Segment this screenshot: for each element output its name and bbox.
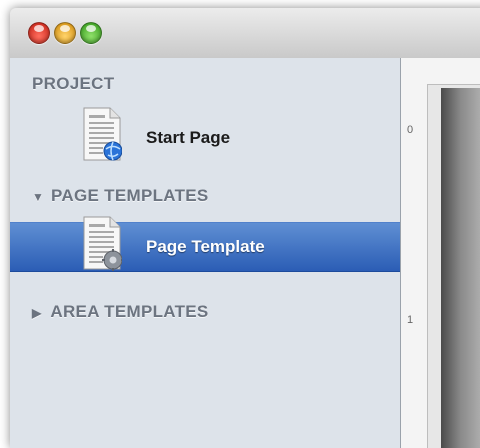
section-header-area-templates[interactable]: ▶ AREA TEMPLATES [32,302,209,322]
sidebar-item-start-page[interactable]: Start Page [10,107,400,162]
disclosure-triangle-down-icon[interactable]: ▼ [32,190,46,204]
sidebar-item-label: Page Template [146,237,265,256]
section-header-page-templates[interactable]: ▼ PAGE TEMPLATES [32,186,209,206]
document-gear-icon [83,216,122,271]
close-button[interactable] [28,22,50,44]
zoom-button[interactable] [80,22,102,44]
minimize-button[interactable] [54,22,76,44]
sidebar-item-page-template[interactable]: Page Template [10,216,400,272]
document-globe-icon [83,107,122,161]
page-canvas[interactable]: 0 1 [401,58,480,448]
disclosure-triangle-right-icon[interactable]: ▶ [32,306,46,320]
section-header-project: PROJECT [32,74,115,93]
horizontal-ruler [401,58,480,85]
ruler-mark: 0 [407,124,414,136]
app-window: PROJECT Start Page ▼ PAGE TEMPLATES Page… [10,8,480,448]
source-list-sidebar: PROJECT Start Page ▼ PAGE TEMPLATES Page… [10,58,401,448]
title-bar[interactable] [10,8,480,59]
vertical-ruler: 0 1 [401,84,428,448]
page-preview [441,88,480,448]
ruler-mark: 1 [407,314,414,326]
sidebar-item-label: Start Page [146,128,231,147]
